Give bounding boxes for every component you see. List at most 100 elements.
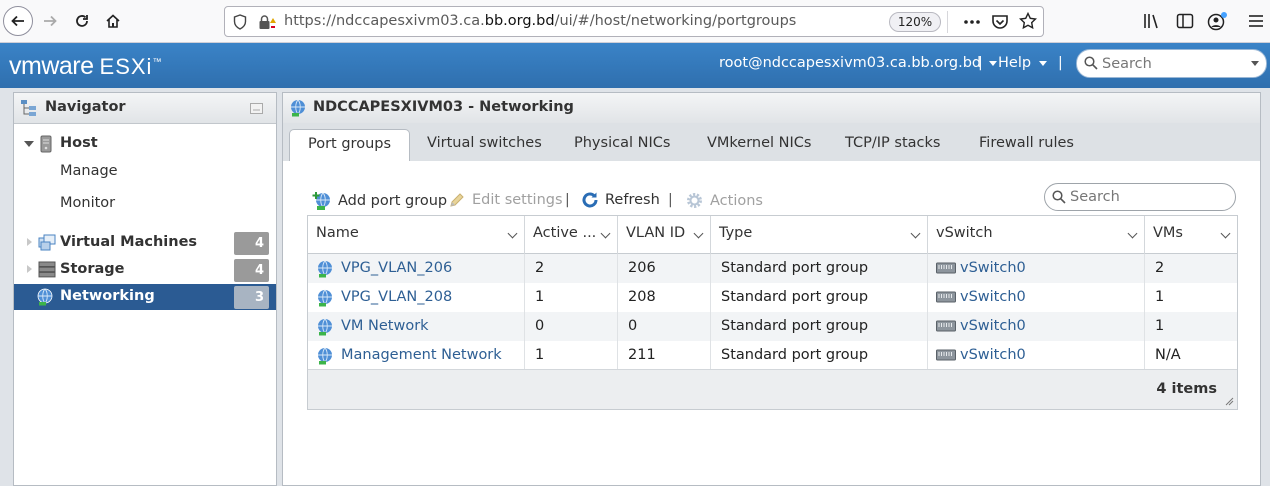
caret-down-icon[interactable] <box>1251 61 1259 66</box>
port-group-icon <box>316 347 334 369</box>
resize-handle-icon[interactable] <box>1225 397 1234 406</box>
port-group-name-text[interactable]: VM Network <box>341 318 429 334</box>
port-group-name[interactable]: Management Network <box>308 341 525 370</box>
chevron-down-icon[interactable] <box>1127 228 1138 239</box>
port-group-name[interactable]: VPG_VLAN_208 <box>308 283 525 312</box>
table-row[interactable]: VM Network 0 0 Standard port group vSwit… <box>308 312 1237 341</box>
navigator-header: Navigator <box>14 93 276 124</box>
port-group-name-text[interactable]: VPG_VLAN_208 <box>341 289 452 305</box>
port-group-icon <box>316 289 334 311</box>
refresh-icon <box>582 192 598 208</box>
expand-arrow-icon[interactable] <box>27 265 32 273</box>
nav-item-host[interactable]: Host <box>14 131 276 157</box>
tab-tcpip-stacks[interactable]: TCP/IP stacks <box>845 129 940 161</box>
help-label: Help <box>998 55 1032 71</box>
chevron-down-icon[interactable] <box>1220 228 1231 239</box>
vswitch-link[interactable]: vSwitch0 <box>960 260 1026 276</box>
grid-search-input[interactable] <box>1070 187 1220 207</box>
tab-firewall-rules[interactable]: Firewall rules <box>979 129 1074 161</box>
vm-count: N/A <box>1155 347 1181 363</box>
column-header-vlan[interactable]: VLAN ID <box>618 216 711 254</box>
grid-search[interactable] <box>1044 183 1236 211</box>
port-group-type: Standard port group <box>711 283 928 312</box>
table-row[interactable]: VPG_VLAN_206 2 206 Standard port group v… <box>308 254 1237 283</box>
nav-item-virtual-machines[interactable]: Virtual Machines 4 <box>14 230 276 256</box>
pocket-icon[interactable] <box>991 13 1009 31</box>
bookmark-star-icon[interactable] <box>1019 12 1037 30</box>
collapse-icon[interactable] <box>250 103 263 114</box>
table-row[interactable]: VPG_VLAN_208 1 208 Standard port group v… <box>308 283 1237 312</box>
url-text[interactable]: https://ndccapesxivm03.ca.bb.org.bd/ui/#… <box>284 13 796 29</box>
vm-count: 2 <box>1155 260 1165 276</box>
table-row[interactable]: Management Network 1 211 Standard port g… <box>308 341 1237 370</box>
nav-item-networking[interactable]: Networking 3 <box>14 284 276 310</box>
account-icon[interactable] <box>1207 11 1229 31</box>
header-search-input[interactable] <box>1102 53 1247 74</box>
url-bar[interactable]: https://ndccapesxivm03.ca.bb.org.bd/ui/#… <box>224 6 1044 37</box>
url-prefix: https://ndccapesxivm03.ca. <box>284 13 485 29</box>
reload-button[interactable] <box>67 6 97 36</box>
column-label: Active ... <box>533 225 597 241</box>
column-header-name[interactable]: Name <box>308 216 525 254</box>
home-icon <box>106 14 120 28</box>
sidebar-icon[interactable] <box>1176 12 1194 30</box>
tab-physical-nics[interactable]: Physical NICs <box>574 129 670 161</box>
column-label: Type <box>719 225 753 241</box>
virtual-machines-label: Virtual Machines <box>60 234 198 250</box>
edit-settings-button[interactable]: Edit settings <box>448 191 563 209</box>
back-button[interactable] <box>3 6 33 36</box>
column-header-type[interactable]: Type <box>711 216 928 254</box>
logo-vmware: vmware <box>9 52 94 80</box>
caret-down-icon <box>989 60 998 66</box>
column-label: VMs <box>1153 225 1183 241</box>
port-group-name[interactable]: VM Network <box>308 312 525 341</box>
storage-count-badge: 4 <box>234 259 269 282</box>
vswitch-link[interactable]: vSwitch0 <box>960 289 1026 305</box>
vlan-id: 206 <box>618 254 711 283</box>
nav-item-storage[interactable]: Storage 4 <box>14 257 276 283</box>
forward-button[interactable] <box>35 6 65 36</box>
tab-port-groups[interactable]: Port groups <box>289 129 411 161</box>
vswitch-cell[interactable]: vSwitch0 <box>928 254 1145 283</box>
port-group-name[interactable]: VPG_VLAN_206 <box>308 254 525 283</box>
url-domain: bb.org.bd <box>484 13 555 29</box>
help-menu[interactable]: Help <box>998 55 1048 71</box>
column-header-vms[interactable]: VMs <box>1145 216 1237 254</box>
page-actions-icon[interactable] <box>963 13 981 31</box>
chevron-down-icon[interactable] <box>910 228 921 239</box>
vswitch-link[interactable]: vSwitch0 <box>960 318 1026 334</box>
vswitch-cell[interactable]: vSwitch0 <box>928 312 1145 341</box>
vswitch-cell[interactable]: vSwitch0 <box>928 341 1145 370</box>
expand-arrow-icon[interactable] <box>27 238 32 246</box>
nav-item-manage[interactable]: Manage <box>14 159 276 185</box>
tab-virtual-switches[interactable]: Virtual switches <box>427 129 542 161</box>
home-button[interactable] <box>98 6 128 36</box>
port-group-name-text[interactable]: Management Network <box>341 347 502 363</box>
vswitch-link[interactable]: vSwitch0 <box>960 347 1026 363</box>
chevron-down-icon[interactable] <box>600 228 611 239</box>
expand-arrow-icon[interactable] <box>24 141 34 147</box>
column-header-active[interactable]: Active ... <box>525 216 618 254</box>
header-search[interactable] <box>1076 49 1267 78</box>
user-menu[interactable]: root@ndccapesxivm03.ca.bb.org.bd <box>719 55 998 71</box>
nav-item-monitor[interactable]: Monitor <box>14 191 276 217</box>
add-port-group-button[interactable]: Add port group <box>312 191 447 211</box>
lock-warning-icon[interactable] <box>258 14 276 30</box>
chevron-down-icon[interactable] <box>507 228 518 239</box>
networking-panel: NDCCAPESXIVM03 - Networking Port groups … <box>282 92 1261 486</box>
workspace: Navigator Host Manage Monitor Virtual Ma… <box>0 88 1270 486</box>
port-group-name-text[interactable]: VPG_VLAN_206 <box>341 260 452 276</box>
logo-esxi: ESXi <box>99 54 153 79</box>
actions-button[interactable]: Actions <box>685 191 763 210</box>
vswitch-cell[interactable]: vSwitch0 <box>928 283 1145 312</box>
zoom-level-badge[interactable]: 120% <box>889 12 941 32</box>
menu-icon[interactable] <box>1248 12 1264 30</box>
column-header-vswitch[interactable]: vSwitch <box>928 216 1145 254</box>
vswitch-icon <box>936 262 956 278</box>
vm-count: 1 <box>1155 318 1165 334</box>
refresh-button[interactable]: Refresh <box>581 191 660 209</box>
library-icon[interactable] <box>1143 12 1161 30</box>
shield-icon[interactable] <box>233 14 247 30</box>
chevron-down-icon[interactable] <box>693 228 704 239</box>
tab-vmkernel-nics[interactable]: VMkernel NICs <box>707 129 812 161</box>
